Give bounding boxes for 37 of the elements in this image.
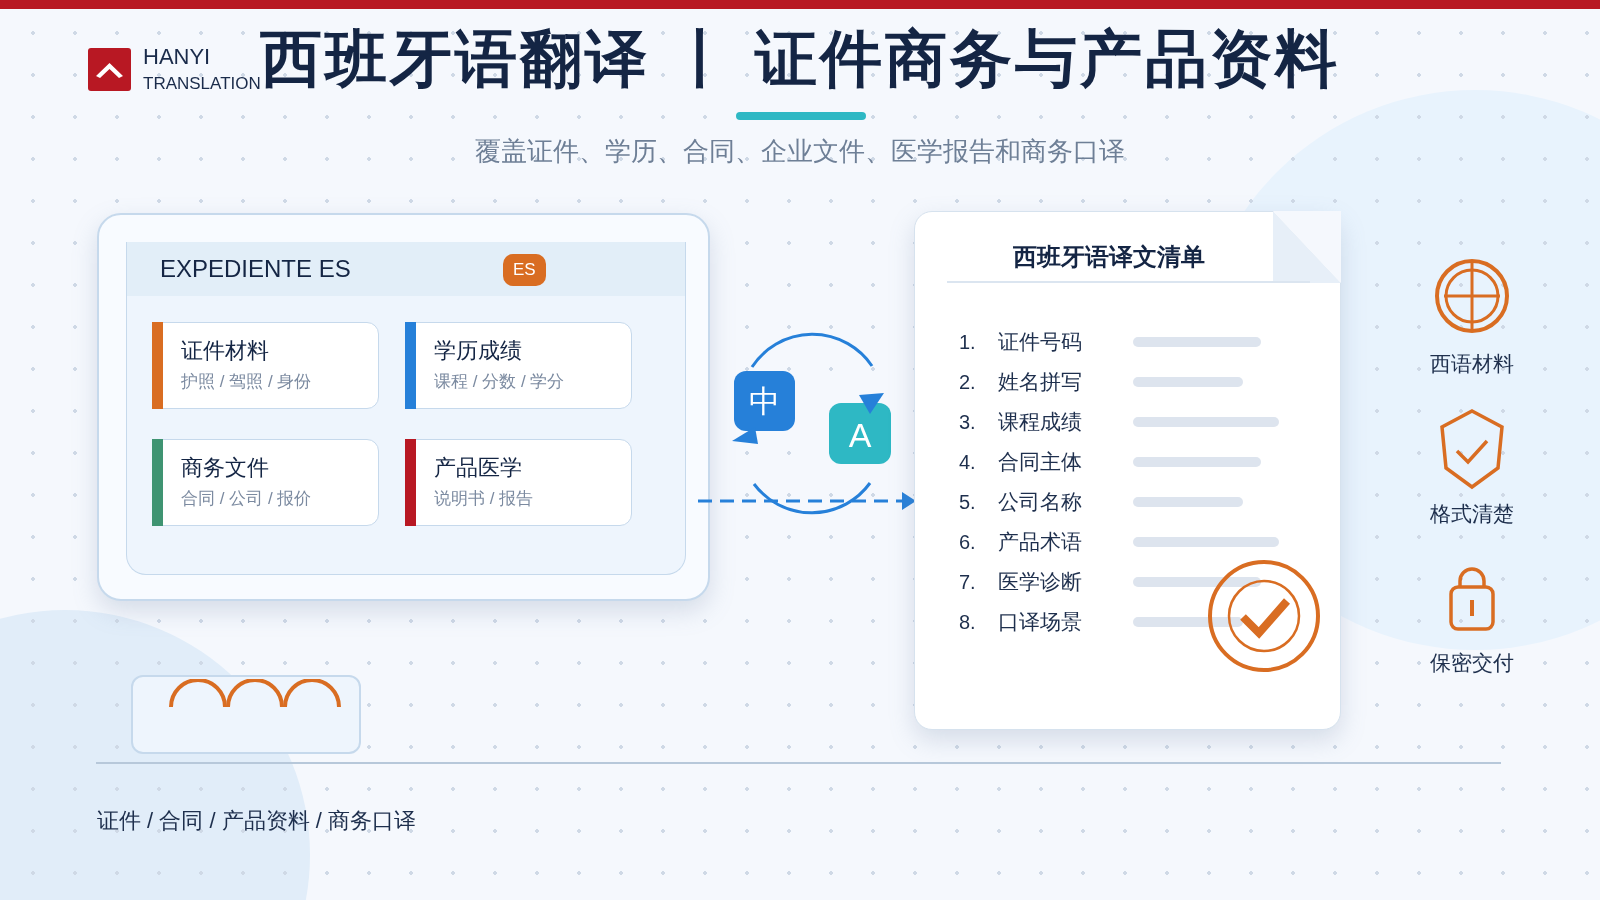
item-label: 口译场景 (998, 609, 1083, 636)
category-subtitle: 课程 / 分数 / 学分 (434, 370, 566, 392)
item-label: 姓名拼写 (998, 369, 1083, 396)
language-badge: ES (503, 254, 546, 286)
footer-text: 证件 / 合同 / 产品资料 / 商务口译 (97, 807, 416, 835)
feature-label: 西语材料 (1430, 351, 1514, 377)
category-title: 商务文件 (181, 454, 270, 482)
item-number: 4. (959, 450, 977, 475)
category-subtitle: 合同 / 公司 / 报价 (181, 487, 313, 509)
approved-stamp-icon (1207, 559, 1321, 673)
item-label: 医学诊断 (998, 569, 1083, 596)
page-title: 西班牙语翻译 丨 证件商务与产品资料 (259, 23, 1341, 95)
document-title: 西班牙语译文清单 (1012, 245, 1206, 272)
item-number: 1. (959, 330, 977, 355)
file-title: EXPEDIENTE ES (160, 254, 351, 284)
item-label: 合同主体 (998, 449, 1083, 476)
item-label: 课程成绩 (998, 409, 1083, 436)
item-label: 公司名称 (998, 489, 1083, 516)
logo-icon (88, 48, 131, 91)
category-subtitle: 护照 / 驾照 / 身份 (181, 370, 313, 392)
category-title: 学历成绩 (434, 337, 523, 365)
category-title: 证件材料 (181, 337, 270, 365)
brand-tagline: TRANSLATION (143, 75, 261, 92)
item-number: 2. (959, 370, 977, 395)
item-number: 6. (959, 530, 977, 555)
subtitle: 覆盖证件、学历、合同、企业文件、医学报告和商务口译 (475, 135, 1125, 168)
item-number: 5. (959, 490, 977, 515)
brand-name: HANYI (143, 46, 212, 68)
item-label: 证件号码 (998, 329, 1083, 356)
item-number: 3. (959, 410, 977, 435)
feature-label: 格式清楚 (1430, 500, 1514, 527)
item-label: 产品术语 (998, 529, 1083, 556)
feature-label: 保密交付 (1430, 650, 1514, 676)
category-subtitle: 说明书 / 报告 (434, 487, 535, 509)
item-number: 7. (959, 570, 977, 595)
item-number: 8. (959, 610, 977, 635)
category-title: 产品医学 (434, 454, 523, 482)
